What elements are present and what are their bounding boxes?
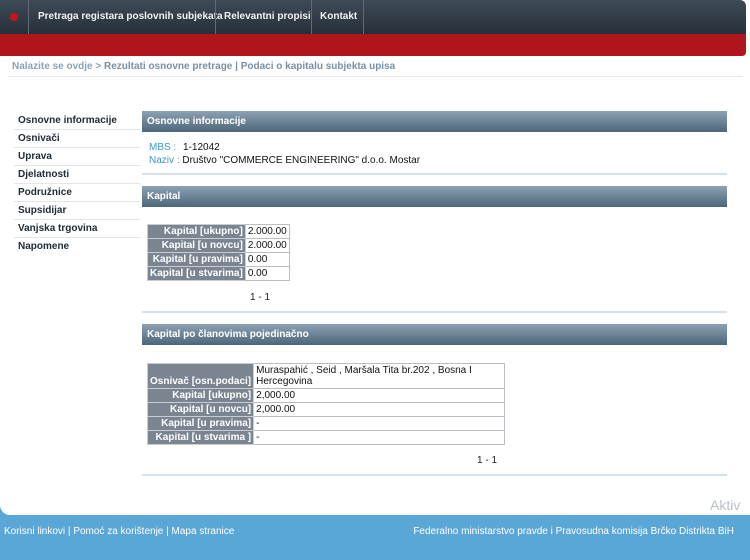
naziv-label: Naziv : xyxy=(149,155,180,166)
sidebar-item-notes[interactable]: Napomene xyxy=(14,238,140,255)
sidebar-item-foreign-trade[interactable]: Vanjska trgovina xyxy=(14,220,140,238)
table-row: Kapital [u novcu] 2,000.00 xyxy=(146,402,506,417)
capital-value: 2.000.00 xyxy=(244,238,290,253)
table-row: Osnivač [osn.podaci] Muraspahić , Seid ,… xyxy=(146,363,506,389)
section-divider xyxy=(142,474,727,476)
section-header-capital: Kapital xyxy=(142,186,727,207)
member-capital-table: Osnivač [osn.podaci] Muraspahić , Seid ,… xyxy=(146,363,506,445)
member-value: - xyxy=(253,416,506,431)
top-navigation: Pretraga registara poslovnih subjekata R… xyxy=(0,0,746,34)
table-row: Kapital [ukupno] 2,000.00 xyxy=(146,388,506,403)
footer-separator: | xyxy=(67,526,71,537)
footer-separator: | xyxy=(166,526,169,537)
section-header-basic-info: Osnovne informacije xyxy=(142,111,727,132)
member-label: Kapital [u novcu] xyxy=(146,402,255,417)
breadcrumb: Nalazite se ovdje > Rezultati osnovne pr… xyxy=(12,61,395,72)
mbs-label: MBS : xyxy=(149,142,177,153)
capital-value: 0.00 xyxy=(244,266,290,281)
mbs-value: 1-12042 xyxy=(183,142,220,153)
breadcrumb-current: Rezultati osnovne pretrage | Podaci o ka… xyxy=(104,61,396,72)
table-row: Kapital [u novcu] 2.000.00 xyxy=(147,238,290,253)
capital-label: Kapital [u pravima] xyxy=(147,252,246,267)
capital-label: Kapital [u stvarima] xyxy=(147,266,246,281)
nav-separator xyxy=(363,0,364,34)
capital-label: Kapital [ukupno] xyxy=(147,224,246,239)
section-header-member-capital: Kapital po članovima pojedinačno xyxy=(142,324,727,345)
capital-label: Kapital [u novcu] xyxy=(147,238,246,253)
mbs-row: MBS : 1-12042 xyxy=(149,142,220,153)
member-label: Kapital [ukupno] xyxy=(146,388,255,403)
nav-separator xyxy=(311,0,312,34)
footer-links: Korisni linkovi | Pomoć za korištenje | … xyxy=(4,526,234,537)
capital-pager: 1 - 1 xyxy=(250,292,271,303)
member-value: 2,000.00 xyxy=(253,388,506,403)
breadcrumb-arrow: > xyxy=(95,61,102,72)
sidebar: Osnovne informacije Osnivači Uprava Djel… xyxy=(14,112,140,255)
capital-table: Kapital [ukupno] 2.000.00 Kapital [u nov… xyxy=(147,224,290,281)
sidebar-item-basic-info[interactable]: Osnovne informacije xyxy=(14,112,140,130)
page-frame: Pretraga registara poslovnih subjekata R… xyxy=(0,0,750,515)
capital-value: 2.000.00 xyxy=(244,224,290,239)
section-divider xyxy=(142,173,727,175)
table-row: Kapital [u stvarima] 0.00 xyxy=(147,266,290,281)
capital-value: 0.00 xyxy=(244,252,290,267)
member-value: Muraspahić , Seid , Maršala Tita br.202 … xyxy=(253,363,506,389)
table-row: Kapital [u pravima] - xyxy=(146,416,506,431)
breadcrumb-divider xyxy=(8,76,743,77)
member-label: Kapital [u stvarima ] xyxy=(146,430,255,445)
sidebar-item-activities[interactable]: Djelatnosti xyxy=(14,166,140,184)
home-logo[interactable] xyxy=(0,0,28,34)
nav-item-search-registers[interactable]: Pretraga registara poslovnih subjekata xyxy=(38,0,223,34)
section-divider xyxy=(142,311,727,313)
table-row: Kapital [u stvarima ] - xyxy=(146,430,506,445)
naziv-value: Društvo "COMMERCE ENGINEERING" d.o.o. Mo… xyxy=(182,155,421,166)
breadcrumb-prefix: Nalazite se ovdje xyxy=(12,61,93,72)
table-row: Kapital [u pravima] 0.00 xyxy=(147,252,290,267)
member-capital-pager: 1 - 1 xyxy=(477,455,498,466)
nav-item-contact[interactable]: Kontakt xyxy=(320,0,357,34)
nav-separator xyxy=(215,0,216,34)
member-label: Kapital [u pravima] xyxy=(146,416,255,431)
footer-link-help[interactable]: Pomoć za korištenje xyxy=(73,526,163,537)
sidebar-item-founders[interactable]: Osnivači xyxy=(14,130,140,148)
table-row: Kapital [ukupno] 2.000.00 xyxy=(147,224,290,239)
footer-link-useful-links[interactable]: Korisni linkovi xyxy=(4,526,65,537)
sidebar-item-management[interactable]: Uprava xyxy=(14,148,140,166)
sidebar-item-branches[interactable]: Podružnice xyxy=(14,184,140,202)
sidebar-item-subsidiary[interactable]: Supsidijar xyxy=(14,202,140,220)
nav-separator xyxy=(28,0,29,34)
member-value: - xyxy=(253,430,506,445)
logo-icon xyxy=(10,13,18,21)
header-red-band xyxy=(0,34,746,56)
footer-link-sitemap[interactable]: Mapa stranice xyxy=(172,526,235,537)
activation-watermark: Aktiv xyxy=(710,497,741,513)
footer-ministry-text: Federalno ministarstvo pravde i Pravosud… xyxy=(413,526,734,537)
member-label: Osnivač [osn.podaci] xyxy=(146,363,255,389)
nav-item-relevant-regulations[interactable]: Relevantni propisi xyxy=(224,0,311,34)
naziv-row: Naziv : Društvo "COMMERCE ENGINEERING" d… xyxy=(149,155,420,166)
member-value: 2,000.00 xyxy=(253,402,506,417)
